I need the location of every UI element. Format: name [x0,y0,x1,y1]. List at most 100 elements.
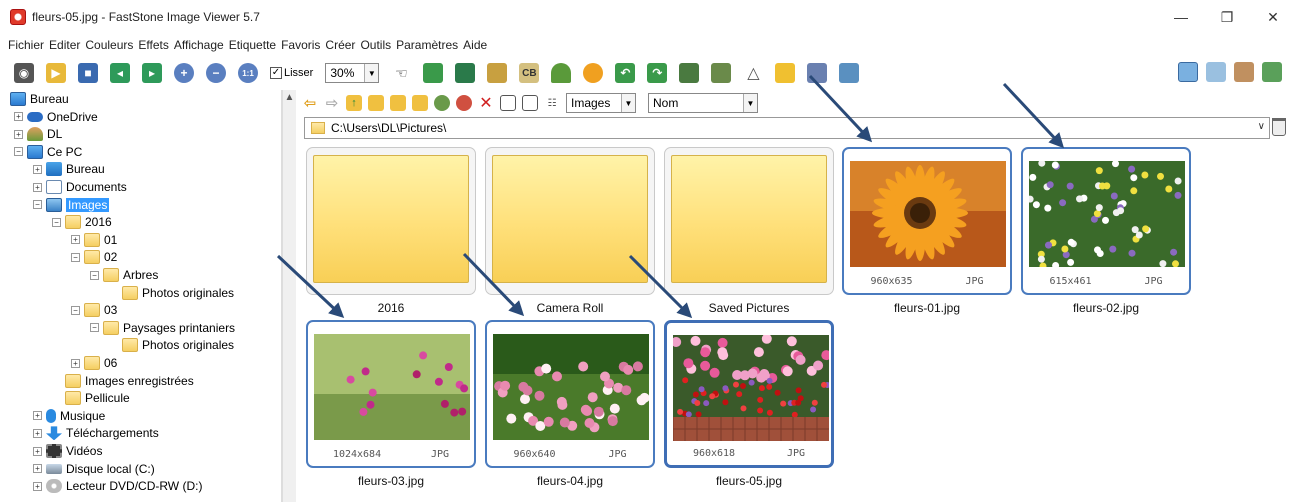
parent-folder-icon[interactable]: ↑ [346,95,362,111]
previous-image-icon[interactable]: ◂ [110,63,130,83]
tree-item-vid-os[interactable]: + Vidéos [33,442,102,460]
thumbnail-caption[interactable]: Saved Pictures [664,301,834,315]
compare-icon[interactable] [679,63,700,83]
smooth-checkbox[interactable]: ✓ Lisser [270,67,313,79]
select-all-icon[interactable] [500,95,516,111]
collapse-icon[interactable]: − [90,323,99,333]
tree-item-t-l-chargements[interactable]: + Téléchargements [33,424,159,442]
preview-view-icon[interactable] [1234,62,1254,82]
menu-effets[interactable]: Effets [138,38,168,52]
expand-icon[interactable]: + [71,358,80,368]
folder-thumbnail[interactable] [306,147,476,295]
thumbnail-caption[interactable]: Camera Roll [485,301,655,315]
expand-icon[interactable]: + [33,428,42,438]
collapse-icon[interactable]: − [14,147,23,157]
collapse-icon[interactable]: − [71,305,80,315]
actual-size-icon[interactable]: 1:1 [238,63,258,83]
new-folder-icon[interactable] [412,95,428,111]
menu-editer[interactable]: Editer [49,38,80,52]
next-image-icon[interactable]: ▸ [142,63,162,83]
move-to-icon[interactable] [456,95,472,111]
details-view-icon[interactable]: ☷ [544,95,560,111]
thumbnail-caption[interactable]: fleurs-05.jpg [664,474,834,488]
zoom-out-icon[interactable]: − [206,63,226,83]
smooth-checkbox-box[interactable]: ✓ [270,67,282,79]
expand-icon[interactable]: + [33,164,42,174]
expand-icon[interactable]: + [14,112,23,122]
refresh-folder-icon[interactable] [368,95,384,111]
forward-arrow-icon[interactable]: ⇨ [324,95,340,112]
path-bar[interactable]: C:\Users\DL\Pictures\ ∨ [304,117,1270,139]
folder-thumbnail[interactable] [664,147,834,295]
tree-item-paysages-printaniers[interactable]: − Paysages printaniers [90,319,235,337]
person-icon[interactable] [551,63,572,83]
expand-icon[interactable]: + [33,464,42,474]
draw-icon[interactable]: △ [743,63,764,83]
hand-tool-icon[interactable]: ☜ [391,63,412,83]
text-icon[interactable]: CB [519,63,540,83]
tree-item-images[interactable]: − Images [33,196,110,214]
close-button[interactable]: ✕ [1250,0,1296,34]
maximize-button[interactable]: ❐ [1204,0,1250,34]
tree-item-bureau[interactable]: Bureau [10,90,69,108]
crop-icon[interactable] [455,63,476,83]
tree-item-images-enregistr-es[interactable]: Images enregistrées [52,372,194,390]
rotate-right-icon[interactable]: ↷ [647,63,668,83]
tree-item-dl[interactable]: + DL [14,125,62,143]
folder-thumbnail[interactable] [485,147,655,295]
menu-aide[interactable]: Aide [463,38,487,52]
menu-couleurs[interactable]: Couleurs [85,38,133,52]
chevron-down-icon[interactable]: ▼ [743,94,757,112]
tree-item-ce-pc[interactable]: − Ce PC [14,143,82,161]
zoom-select[interactable]: 30% ▼ [325,63,380,83]
menu-favoris[interactable]: Favoris [281,38,320,52]
path-text[interactable]: C:\Users\DL\Pictures\ [331,121,446,135]
collapse-icon[interactable]: − [33,200,42,210]
tree-scrollbar[interactable]: ▲ [282,90,296,502]
expand-icon[interactable]: + [71,235,80,245]
collapse-icon[interactable]: − [52,217,61,227]
image-thumbnail[interactable]: 960x635 JPG [842,147,1012,295]
sort-select[interactable]: Nom ▼ [648,93,758,113]
thumbnail-caption[interactable]: fleurs-03.jpg [306,474,476,488]
delete-icon[interactable]: ✕ [478,95,494,112]
tree-item-06[interactable]: +06 [71,354,117,372]
menu-créer[interactable]: Créer [325,38,355,52]
email-icon[interactable] [775,63,796,83]
scroll-up-icon[interactable]: ▲ [283,92,296,103]
back-arrow-icon[interactable]: ⇦ [302,95,318,112]
tree-item-2016[interactable]: − 2016 [52,213,112,231]
menu-affichage[interactable]: Affichage [174,38,224,52]
rotate-left-icon[interactable]: ↶ [615,63,636,83]
tree-item-photos-originales[interactable]: Photos originales [109,336,234,354]
tree-item-03[interactable]: − 03 [71,301,117,319]
thumbnail-caption[interactable]: fleurs-04.jpg [485,474,655,488]
save-icon[interactable]: ■ [78,63,98,83]
tree-item-documents[interactable]: + Documents [33,178,127,196]
expand-icon[interactable]: + [33,182,42,192]
menu-paramtres[interactable]: Paramètres [396,38,458,52]
browser-view-icon[interactable] [1178,62,1198,82]
tree-item-pellicule[interactable]: Pellicule [52,389,130,407]
collapse-icon[interactable]: − [71,252,80,262]
image-thumbnail[interactable]: 960x640 JPG [485,320,655,468]
slideshow-icon[interactable] [711,63,732,83]
trash-icon[interactable] [1272,118,1286,136]
minimize-button[interactable]: — [1158,0,1204,34]
thumbnail-caption[interactable]: fleurs-01.jpg [842,301,1012,315]
effects-icon[interactable] [583,63,604,83]
favorite-folder-icon[interactable] [390,95,406,111]
image-thumbnail[interactable]: 615x461 JPG [1021,147,1191,295]
tree-item-02[interactable]: − 02 [71,248,117,266]
thumbnail-caption[interactable]: fleurs-02.jpg [1021,301,1191,315]
copy-to-icon[interactable] [434,95,450,111]
settings-icon[interactable] [839,63,860,83]
image-thumbnail[interactable]: 960x618 JPG [664,320,834,468]
menu-etiquette[interactable]: Etiquette [229,38,276,52]
expand-icon[interactable]: + [33,446,42,456]
adjust-icon[interactable] [487,63,508,83]
expand-icon[interactable]: + [33,411,42,421]
folder-tree[interactable]: Bureau + OneDrive + DL − Ce PC + Bureau + Document… [0,90,282,502]
tree-item-disque-local-c-[interactable]: + Disque local (C:) [33,460,155,478]
fullscreen-icon[interactable] [1262,62,1282,82]
